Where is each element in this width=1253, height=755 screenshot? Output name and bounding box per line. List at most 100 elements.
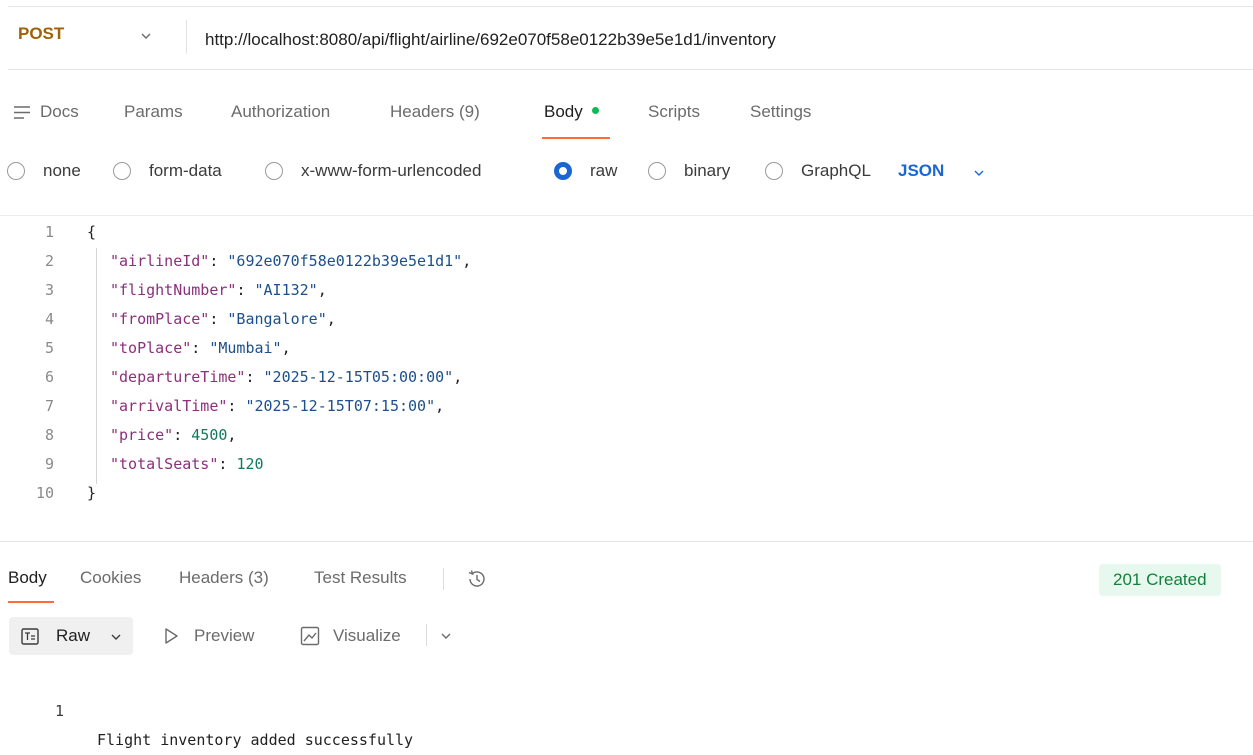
json-key: "departureTime" [110,368,246,386]
http-method-select[interactable]: POST [18,24,64,44]
chevron-down-icon [111,634,121,640]
json-key: "airlineId" [110,252,210,270]
json-key: "totalSeats" [110,455,219,473]
radio-binary[interactable] [648,162,666,180]
code-content: "departureTime": "2025-12-15T05:00:00", [110,363,462,392]
view-mode-label: Raw [56,626,91,645]
response-tab-test-results[interactable]: Test Results [314,568,407,588]
radio-none[interactable] [7,162,25,180]
json-punctuation: , [462,252,472,270]
json-key: "price" [110,426,174,444]
json-value: "2025-12-15T07:15:00" [245,397,436,415]
tab-params[interactable]: Params [124,102,183,122]
line-number: 3 [44,281,54,299]
chevron-down-icon[interactable] [973,167,985,179]
json-colon: : [209,252,228,270]
language-select[interactable]: JSON [898,161,944,181]
radio-raw[interactable] [554,162,572,180]
visualize-button[interactable]: Visualize [333,626,401,646]
response-tab-cookies[interactable]: Cookies [80,568,141,588]
tab-divider [443,568,444,590]
radio-form-data[interactable] [113,162,131,180]
language-select-label: JSON [898,161,945,180]
json-colon: : [236,281,255,299]
docs-icon [14,106,30,119]
json-value: 120 [236,455,264,473]
json-colon: : [245,368,264,386]
radio-graphql-label: GraphQL [801,161,871,180]
radio-urlencoded-label: x-www-form-urlencoded [301,161,482,180]
json-colon: : [173,426,192,444]
code-content: } [87,479,96,508]
json-punctuation: , [326,310,336,328]
json-punctuation: , [281,339,291,357]
code-content: { [87,218,96,247]
response-line-number: 1 [54,702,64,720]
json-punctuation: , [453,368,463,386]
json-punctuation: , [435,397,445,415]
line-number: 4 [44,310,54,328]
radio-graphql[interactable] [765,162,783,180]
active-tab-underline [542,137,610,139]
chevron-down-icon[interactable] [140,30,152,42]
modified-dot-icon [591,107,599,115]
line-number: 9 [44,455,54,473]
response-tab-headers[interactable]: Headers (3) [179,568,269,588]
code-content: "arrivalTime": "2025-12-15T07:15:00", [110,392,444,421]
tab-scripts[interactable]: Scripts [648,102,700,122]
indent-guide [96,248,97,484]
editor-separator [0,215,1253,216]
json-key: "arrivalTime" [110,397,228,415]
preview-button[interactable]: Preview [194,626,254,646]
code-content: "toPlace": "Mumbai", [110,334,291,363]
radio-none-label: none [43,161,81,180]
tab-docs[interactable]: Docs [40,102,79,122]
chevron-down-icon[interactable] [440,630,452,642]
line-number: 8 [44,426,54,444]
response-tab-body[interactable]: Body [8,568,47,588]
radio-urlencoded[interactable] [265,162,283,180]
response-separator [0,541,1253,542]
response-content: Flight inventory added successfully [97,731,414,749]
radio-binary-label: binary [684,161,731,180]
tab-headers[interactable]: Headers (9) [390,102,480,122]
json-punctuation: } [87,484,97,502]
url-divider [186,20,187,54]
line-number: 2 [44,252,54,270]
toolbar-divider [426,624,427,646]
code-content: "flightNumber": "AI132", [110,276,327,305]
json-value: 4500 [191,426,228,444]
json-key: "toPlace" [110,339,192,357]
line-number: 10 [35,484,54,502]
line-number: 6 [44,368,54,386]
json-value: "2025-12-15T05:00:00" [263,368,454,386]
raw-text-icon [21,628,39,645]
tab-settings[interactable]: Settings [750,102,811,122]
json-value: "AI132" [254,281,318,299]
json-key: "fromPlace" [110,310,210,328]
url-input[interactable]: http://localhost:8080/api/flight/airline… [205,30,776,50]
view-mode-select[interactable]: Raw [9,617,133,655]
code-content: "airlineId": "692e070f58e0122b39e5e1d1", [110,247,471,276]
json-punctuation: , [227,426,237,444]
visualize-icon[interactable] [300,626,320,646]
json-punctuation: , [317,281,327,299]
json-colon: : [209,310,228,328]
tab-body[interactable]: Body [544,102,599,122]
code-content: "fromPlace": "Bangalore", [110,305,336,334]
code-content: "price": 4500, [110,421,236,450]
line-number: 5 [44,339,54,357]
json-colon: : [227,397,246,415]
response-active-underline [8,601,54,603]
response-body: 1 Flight inventory added successfully [0,668,413,749]
json-punctuation: { [87,223,97,241]
radio-form-data-label: form-data [149,161,222,180]
json-value: "Bangalore" [227,310,327,328]
line-number: 1 [44,223,54,241]
body-type-options: none form-data x-www-form-urlencoded raw… [0,158,1253,186]
json-colon: : [218,455,237,473]
history-icon[interactable] [466,568,488,590]
play-icon[interactable] [163,627,179,645]
json-colon: : [191,339,210,357]
tab-authorization[interactable]: Authorization [231,102,330,122]
